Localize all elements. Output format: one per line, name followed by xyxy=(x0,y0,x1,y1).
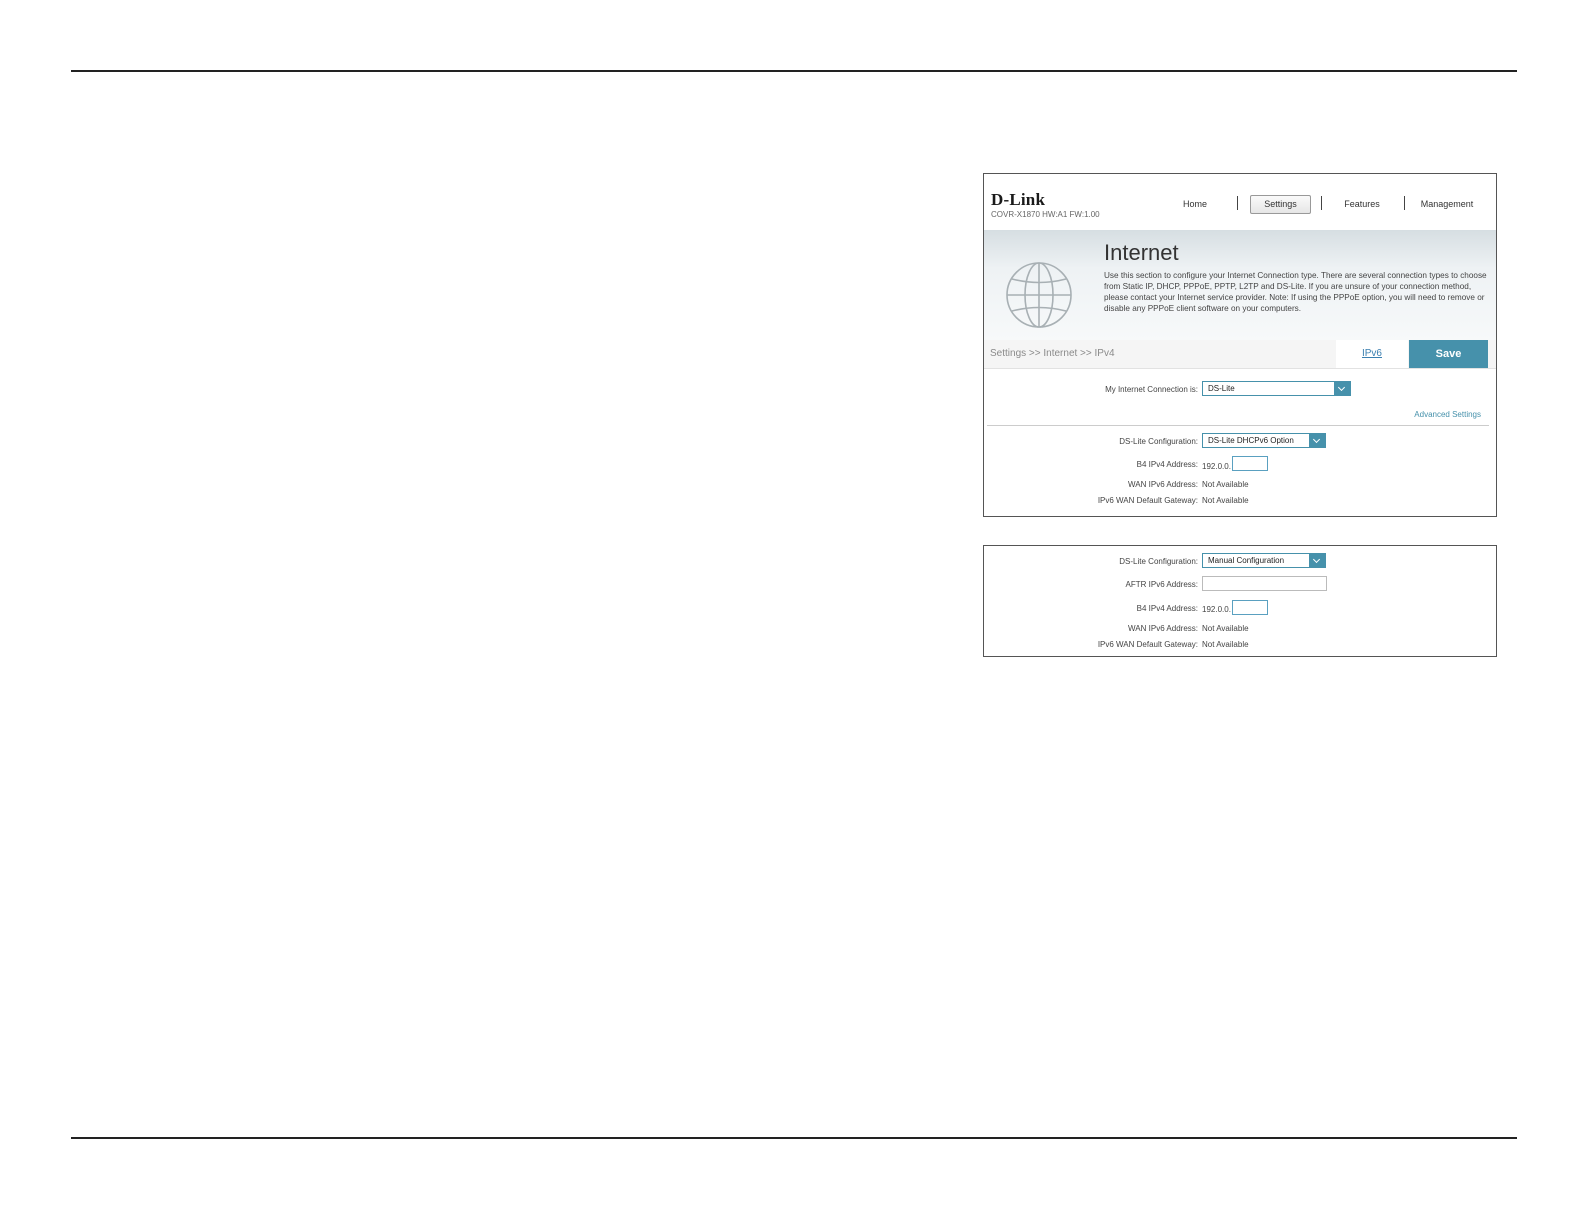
b4-ipv4-input[interactable] xyxy=(1232,456,1268,471)
wan-ipv6-label: WAN IPv6 Address: xyxy=(1128,624,1198,633)
dlink-logo: D-Link xyxy=(991,190,1046,209)
advanced-settings-link[interactable]: Advanced Settings xyxy=(1414,410,1481,419)
ipv6-gateway-label: IPv6 WAN Default Gateway: xyxy=(1097,640,1198,649)
b4-ipv4-label: B4 IPv4 Address: xyxy=(1136,460,1198,469)
nav-features[interactable]: Features xyxy=(1342,199,1382,209)
globe-icon xyxy=(1006,262,1072,328)
page-banner: Internet Use this section to configure y… xyxy=(984,230,1496,340)
dslite-config-select[interactable]: Manual Configuration xyxy=(1202,553,1326,568)
model-info: COVR-X1870 HW:A1 FW:1.00 xyxy=(991,210,1100,219)
nav-management[interactable]: Management xyxy=(1417,199,1477,209)
nav-separator xyxy=(1237,196,1238,210)
wan-ipv6-value: Not Available xyxy=(1202,480,1249,489)
connection-type-select[interactable]: DS-Lite xyxy=(1202,381,1351,396)
aftr-ipv6-input[interactable] xyxy=(1202,576,1327,591)
b4-ipv4-label: B4 IPv4 Address: xyxy=(1136,604,1198,613)
divider xyxy=(987,425,1489,426)
chevron-down-icon xyxy=(1309,434,1325,447)
b4-ipv4-input[interactable] xyxy=(1232,600,1268,615)
bottom-rule xyxy=(71,1137,1517,1139)
internet-settings-screenshot: D-Link COVR-X1870 HW:A1 FW:1.00 Home Set… xyxy=(983,173,1497,517)
page-description: Use this section to configure your Inter… xyxy=(1104,271,1487,313)
aftr-ipv6-label: AFTR IPv6 Address: xyxy=(1125,580,1198,589)
ipv6-gateway-value: Not Available xyxy=(1202,496,1249,505)
dslite-config-label: DS-Lite Configuration: xyxy=(1119,437,1198,446)
dslite-config-value: DS-Lite DHCPv6 Option xyxy=(1208,436,1294,445)
chevron-down-icon xyxy=(1334,382,1350,395)
nav-separator xyxy=(1404,196,1405,210)
nav-settings[interactable]: Settings xyxy=(1250,195,1311,214)
connection-type-value: DS-Lite xyxy=(1208,384,1235,393)
nav-home[interactable]: Home xyxy=(1180,199,1210,209)
ipv6-gateway-label: IPv6 WAN Default Gateway: xyxy=(1097,496,1198,505)
dslite-config-select[interactable]: DS-Lite DHCPv6 Option xyxy=(1202,433,1326,448)
connection-type-label: My Internet Connection is: xyxy=(1105,385,1198,394)
b4-ipv4-prefix: 192.0.0. xyxy=(1202,462,1231,471)
chevron-down-icon xyxy=(1309,554,1325,567)
top-rule xyxy=(71,70,1517,72)
dslite-config-value: Manual Configuration xyxy=(1208,556,1285,565)
page-title: Internet xyxy=(1104,240,1179,265)
ipv6-link[interactable]: IPv6 xyxy=(1336,340,1408,368)
header: D-Link COVR-X1870 HW:A1 FW:1.00 Home Set… xyxy=(984,174,1496,230)
manual-configuration-screenshot: DS-Lite Configuration: Manual Configurat… xyxy=(983,545,1497,657)
b4-ipv4-prefix: 192.0.0. xyxy=(1202,605,1231,614)
save-button[interactable]: Save xyxy=(1409,340,1488,368)
toolbar: Settings >> Internet >> IPv4 IPv6 Save xyxy=(984,340,1496,369)
ipv6-gateway-value: Not Available xyxy=(1202,640,1249,649)
breadcrumb: Settings >> Internet >> IPv4 xyxy=(990,348,1115,359)
dslite-config-label: DS-Lite Configuration: xyxy=(1119,557,1198,566)
wan-ipv6-value: Not Available xyxy=(1202,624,1249,633)
nav-separator xyxy=(1321,196,1322,210)
wan-ipv6-label: WAN IPv6 Address: xyxy=(1128,480,1198,489)
